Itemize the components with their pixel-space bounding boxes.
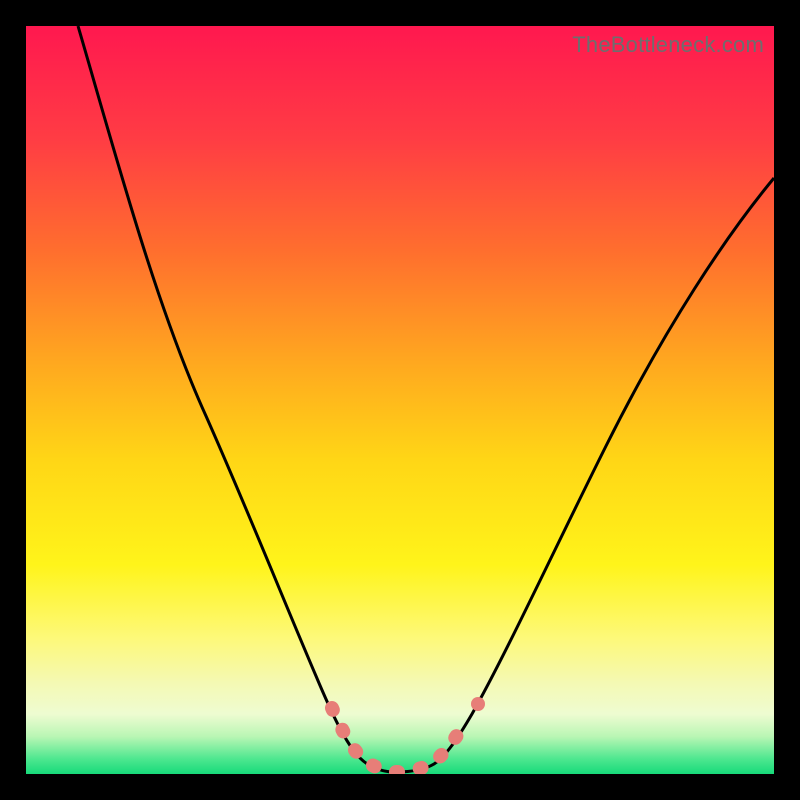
valley-dot-extra [471, 697, 485, 711]
curve-svg [26, 26, 774, 774]
valley-dots [332, 708, 462, 772]
plot-area: TheBottleneck.com [26, 26, 774, 774]
chart-frame: TheBottleneck.com [0, 0, 800, 800]
main-curve [78, 26, 774, 772]
watermark-text: TheBottleneck.com [572, 32, 764, 58]
